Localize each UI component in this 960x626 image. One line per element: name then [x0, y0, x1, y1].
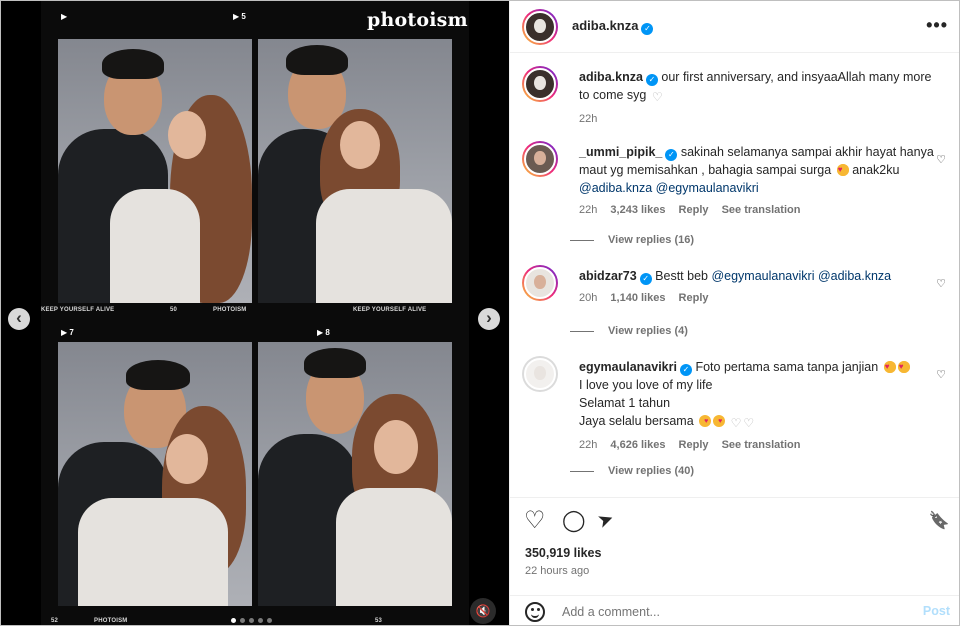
heart-eyes-emoji-icon: [836, 161, 849, 179]
white-heart-emoji-icon: ♡: [743, 416, 755, 430]
frame-marker: ▶: [61, 12, 68, 21]
post-comment-button[interactable]: Post: [923, 604, 950, 618]
like-comment-heart-icon[interactable]: ♡: [936, 277, 946, 290]
strip-caption: PHOTOISM: [213, 307, 247, 313]
mention-link[interactable]: @adiba.knza: [579, 181, 652, 195]
strip-caption: KEEP YOURSELF ALIVE: [353, 307, 427, 313]
white-heart-emoji-icon: ♡: [651, 90, 663, 104]
view-replies-button[interactable]: View replies (16): [570, 234, 694, 246]
post-header: adiba.knza ✓ •••: [510, 1, 959, 53]
frame-marker: ▶ 5: [233, 12, 246, 21]
reply-button[interactable]: Reply: [679, 292, 709, 304]
emoji-smiley-icon[interactable]: [525, 602, 545, 622]
comment-username[interactable]: abidzar73: [579, 269, 637, 283]
frame-marker: ▶ 8: [317, 328, 330, 337]
mention-link[interactable]: @adiba.knza: [818, 269, 891, 283]
comment-text-line1: Foto pertama sama tanpa janjian: [695, 360, 879, 374]
add-comment-input[interactable]: [562, 602, 902, 622]
comment-likes[interactable]: 4,626 likes: [610, 439, 665, 451]
photo-frame-4: [258, 342, 452, 606]
previous-arrow-icon[interactable]: ‹: [8, 308, 30, 330]
view-replies-label: View replies (16): [608, 234, 695, 246]
strip-caption: 53: [375, 618, 383, 624]
comment-text-line4: Jaya selalu bersama: [579, 414, 694, 428]
header-user: adiba.knza ✓: [572, 18, 654, 35]
caption-time: 22h: [579, 113, 598, 125]
username-link[interactable]: adiba.knza: [572, 18, 638, 33]
reply-button[interactable]: Reply: [679, 204, 709, 216]
smiling-hearts-emoji-icon: [897, 358, 910, 376]
save-bookmark-icon[interactable]: 🔖: [929, 510, 950, 532]
comment-bubble-icon[interactable]: ◯: [562, 510, 586, 532]
comment-time: 20h: [579, 292, 598, 304]
post-actions: ♡ ◯ ➤ 🔖 350,919 likes 22 hours ago: [510, 497, 959, 595]
photo-frame-2: [258, 39, 452, 303]
carousel-dot: [249, 618, 254, 623]
mention-link[interactable]: @egymaulanavikri: [711, 269, 814, 283]
see-translation-button[interactable]: See translation: [722, 439, 801, 451]
comment-text: Bestt beb: [655, 269, 708, 283]
carousel-dot: [231, 618, 236, 623]
like-heart-icon[interactable]: ♡: [524, 509, 546, 533]
verified-badge-icon: ✓: [639, 273, 652, 285]
avatar[interactable]: [522, 141, 558, 177]
verified-badge-icon: ✓: [665, 149, 678, 161]
comment-time: 22h: [579, 439, 598, 451]
kiss-emoji-icon: [699, 413, 712, 431]
carousel-dot: [258, 618, 263, 623]
avatar[interactable]: [522, 9, 558, 45]
strip-caption: 50: [170, 307, 178, 313]
post-timestamp: 22 hours ago: [525, 565, 590, 577]
smiling-hearts-emoji-icon: [883, 358, 896, 376]
carousel-dot: [267, 618, 272, 623]
comment-text-line2: I love you love of my life: [579, 378, 713, 392]
photo-frame-1: [58, 39, 252, 303]
comment-username[interactable]: egymaulanavikri: [579, 360, 677, 374]
next-arrow-icon[interactable]: ›: [478, 308, 500, 330]
carousel-dot: [240, 618, 245, 623]
strip-caption: 52: [51, 618, 59, 624]
frame-marker: ▶ 7: [61, 328, 74, 337]
comment-likes[interactable]: 1,140 likes: [610, 292, 665, 304]
post-media[interactable]: photoism ▶ ▶ 5 ▶ 7 ▶ 8 KEEP YOURSELF ALI…: [1, 1, 509, 625]
comment-text-line3: Selamat 1 tahun: [579, 396, 671, 410]
mute-icon[interactable]: 🔇: [470, 598, 496, 624]
verified-badge-icon: ✓: [645, 74, 658, 86]
strip-caption: PHOTOISM: [94, 618, 128, 624]
avatar[interactable]: [522, 265, 558, 301]
comment-time: 22h: [579, 204, 598, 216]
caption-username[interactable]: adiba.knza: [579, 70, 643, 84]
mention-link[interactable]: @egymaulanavikri: [656, 181, 759, 195]
photoism-logo: photoism: [367, 9, 468, 31]
comment-text-tail: anak2ku: [852, 163, 900, 177]
white-heart-emoji-icon: ♡: [730, 416, 742, 430]
verified-badge-icon: ✓: [641, 23, 654, 35]
instagram-post-window: photoism ▶ ▶ 5 ▶ 7 ▶ 8 KEEP YOURSELF ALI…: [0, 0, 960, 626]
see-translation-button[interactable]: See translation: [722, 204, 801, 216]
view-replies-label: View replies (4): [608, 325, 688, 337]
view-replies-button[interactable]: View replies (40): [570, 465, 694, 477]
view-replies-button[interactable]: View replies (4): [570, 325, 688, 337]
likes-count[interactable]: 350,919 likes: [525, 546, 601, 560]
verified-badge-icon: ✓: [679, 364, 692, 376]
view-replies-label: View replies (40): [608, 465, 695, 477]
post-details-panel: adiba.knza ✓ ••• adiba.knza ✓ our first an…: [509, 1, 959, 625]
more-options-icon[interactable]: •••: [926, 15, 948, 36]
strip-caption: KEEP YOURSELF ALIVE: [41, 307, 115, 313]
carousel-dots: [231, 618, 272, 623]
reply-button[interactable]: Reply: [679, 439, 709, 451]
avatar[interactable]: [522, 66, 558, 102]
comment-composer: Post: [510, 595, 959, 625]
like-comment-heart-icon[interactable]: ♡: [936, 153, 946, 166]
photo-frame-3: [58, 342, 252, 606]
comment-username[interactable]: _ummi_pipik_: [579, 145, 662, 159]
kiss-emoji-icon: [713, 413, 726, 431]
share-paper-plane-icon[interactable]: ➤: [595, 508, 617, 534]
avatar[interactable]: [522, 356, 558, 392]
like-comment-heart-icon[interactable]: ♡: [936, 368, 946, 381]
comment-likes[interactable]: 3,243 likes: [610, 204, 665, 216]
